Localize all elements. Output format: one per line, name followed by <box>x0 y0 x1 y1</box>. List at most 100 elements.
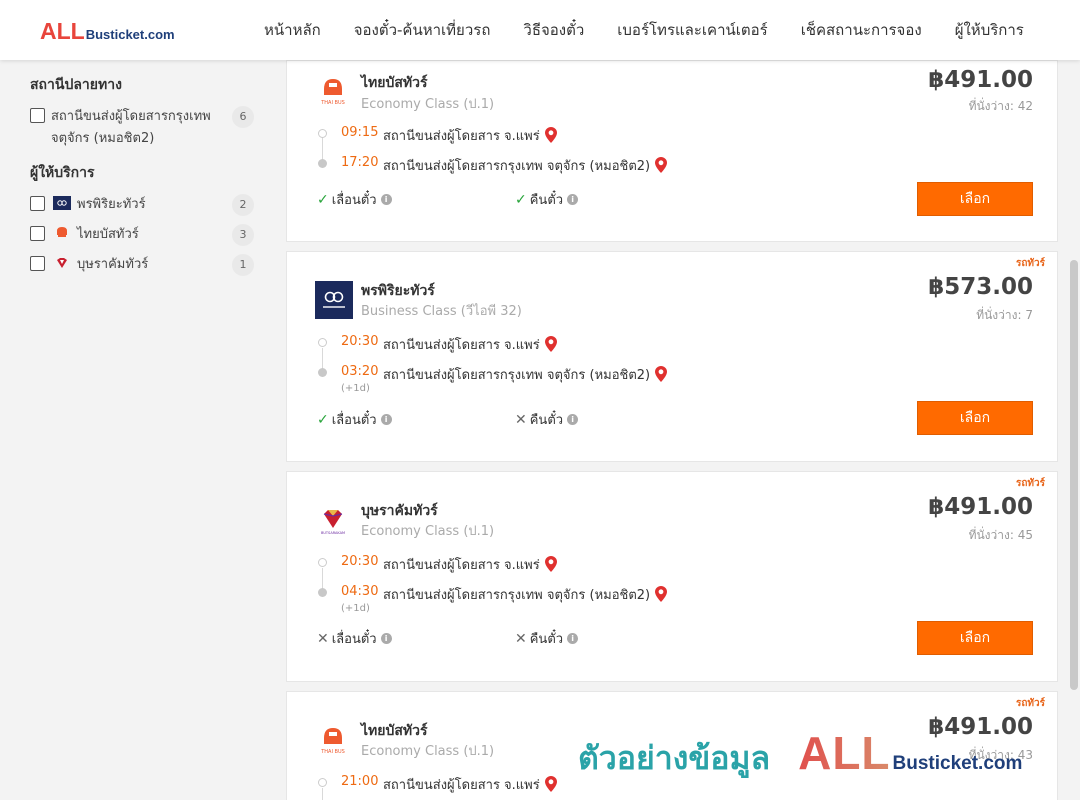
operator-filter-title: ผู้ให้บริการ <box>30 165 95 181</box>
scrollbar-thumb[interactable] <box>1070 260 1078 690</box>
watermark-logo-domain: Busticket.com <box>892 753 1023 774</box>
arrive-dot <box>318 588 327 597</box>
info-icon[interactable]: i <box>567 194 579 205</box>
bus-type-tag: รถทัวร์ <box>1015 258 1045 269</box>
map-pin-icon[interactable] <box>544 336 557 356</box>
info-icon[interactable]: i <box>380 633 392 644</box>
check-icon: ✓ <box>317 411 329 428</box>
cross-icon: ✕ <box>515 630 527 647</box>
operator-label: พรพิริยะทัวร์ <box>77 197 146 212</box>
nav-phone-counter[interactable]: เบอร์โทรและเคาน์เตอร์ <box>617 18 767 42</box>
operator-label: ไทยบัสทัวร์ <box>77 227 139 242</box>
nav-how-to-book[interactable]: วิธีจองตั๋ว <box>523 18 584 42</box>
refund-ticket-label: คืนตั๋ว <box>529 193 564 208</box>
depart-place-text: สถานีขนส่งผู้โดยสาร จ.แพร่ <box>383 558 540 573</box>
select-trip-button[interactable]: เลือก <box>917 621 1033 655</box>
nav-book-search[interactable]: จองตั๋ว-ค้นหาเที่ยวรถ <box>354 18 491 42</box>
operator-name: ไทยบัสทัวร์ <box>361 75 428 91</box>
arrive-place: สถานีขนส่งผู้โดยสารกรุงเทพ จตุจักร (หมอช… <box>383 155 668 177</box>
map-pin-icon[interactable] <box>544 127 557 147</box>
watermark-text: ตัวอย่างข้อมูล <box>578 739 771 777</box>
nav-operators[interactable]: ผู้ให้บริการ <box>955 18 1024 42</box>
seats-available: ที่นั่งว่าง: 45 <box>968 528 1033 542</box>
refund-ticket-policy: ✕ คืนตั๋ว i <box>515 628 579 649</box>
operator-filter-item-pornpiriya[interactable]: พรพิริยะทัวร์ 2 <box>30 194 260 216</box>
operator-checkbox[interactable] <box>30 196 45 211</box>
svg-text:THAI BUS: THAI BUS <box>320 749 345 755</box>
page-scrollbar[interactable] <box>1066 60 1080 800</box>
map-pin-icon[interactable] <box>544 776 557 796</box>
operator-name: พรพิริยะทัวร์ <box>361 283 435 299</box>
info-icon[interactable]: i <box>567 633 579 644</box>
bus-class: Economy Class (ป.1) <box>361 97 495 112</box>
destination-checkbox[interactable] <box>30 108 45 123</box>
timeline-line <box>322 788 323 800</box>
map-pin-icon[interactable] <box>655 366 668 386</box>
logo-all-text: ALL <box>40 18 85 44</box>
cross-icon: ✕ <box>515 411 527 428</box>
depart-dot <box>318 778 327 787</box>
operator-filter-item-butsarakam[interactable]: บุษราคัมทัวร์ 1 <box>30 254 260 276</box>
info-icon[interactable]: i <box>380 194 392 205</box>
operator-name: ไทยบัสทัวร์ <box>361 723 428 739</box>
arrive-place-text: สถานีขนส่งผู้โดยสารกรุงเทพ จตุจักร (หมอช… <box>383 588 651 603</box>
butsarakam-logo-icon: BUTSARAKAM <box>315 502 351 538</box>
watermark-logo-all: ALL <box>798 727 891 779</box>
depart-place: สถานีขนส่งผู้โดยสาร จ.แพร่ <box>383 125 557 147</box>
select-trip-button[interactable]: เลือก <box>917 182 1033 216</box>
change-ticket-policy: ✕ เลื่อนตั๋ว i <box>317 628 392 649</box>
change-ticket-policy: ✓ เลื่อนตั๋ว i <box>317 409 392 430</box>
change-ticket-label: เลื่อนตั๋ว <box>331 413 377 428</box>
operator-label: บุษราคัมทัวร์ <box>77 257 149 272</box>
map-pin-icon[interactable] <box>655 157 668 177</box>
destination-label: สถานีขนส่งผู้โดยสารกรุงเทพ จตุจักร (หมอช… <box>51 109 211 146</box>
map-pin-icon[interactable] <box>655 586 668 606</box>
refund-ticket-policy: ✓ คืนตั๋ว i <box>515 189 579 210</box>
bus-class: Economy Class (ป.1) <box>361 744 495 759</box>
depart-place: สถานีขนส่งผู้โดยสาร จ.แพร่ <box>383 554 557 576</box>
info-icon[interactable]: i <box>380 414 392 425</box>
destination-count-badge: 6 <box>232 106 254 128</box>
arrive-time: 03:20 <box>341 364 379 379</box>
operator-name: บุษราคัมทัวร์ <box>361 503 438 519</box>
depart-place-text: สถานีขนส่งผู้โดยสาร จ.แพร่ <box>383 778 540 793</box>
depart-place: สถานีขนส่งผู้โดยสาร จ.แพร่ <box>383 774 557 796</box>
operator-filter-item-thaibus[interactable]: ไทยบัสทัวร์ 3 <box>30 224 260 246</box>
thaibus-logo-icon: THAI BUS <box>315 722 351 758</box>
operator-count-badge: 2 <box>232 194 254 216</box>
operator-checkbox[interactable] <box>30 256 45 271</box>
filter-sidebar: สถานีปลายทาง สถานีขนส่งผู้โดยสารกรุงเทพ … <box>30 60 260 284</box>
svg-text:THAI BUS: THAI BUS <box>320 100 345 106</box>
map-pin-icon[interactable] <box>544 556 557 576</box>
bus-type-tag: รถทัวร์ <box>1015 698 1045 709</box>
refund-ticket-label: คืนตั๋ว <box>529 413 564 428</box>
next-day-indicator: (+1d) <box>341 383 370 394</box>
operator-checkbox[interactable] <box>30 226 45 241</box>
depart-time: 09:15 <box>341 125 379 140</box>
operator-count-badge: 3 <box>232 224 254 246</box>
depart-place-text: สถานีขนส่งผู้โดยสาร จ.แพร่ <box>383 129 540 144</box>
operator-count-badge: 1 <box>232 254 254 276</box>
trip-price: ฿491.00 <box>928 494 1033 520</box>
nav-check-booking[interactable]: เช็คสถานะการจอง <box>801 18 922 42</box>
nav-home[interactable]: หน้าหลัก <box>264 18 321 42</box>
check-icon: ✓ <box>515 191 527 208</box>
svg-text:BUTSARAKAM: BUTSARAKAM <box>321 531 345 535</box>
info-icon[interactable]: i <box>567 414 579 425</box>
trip-price: ฿573.00 <box>928 274 1033 300</box>
refund-ticket-label: คืนตั๋ว <box>529 632 564 647</box>
arrive-place: สถานีขนส่งผู้โดยสารกรุงเทพ จตุจักร (หมอช… <box>383 584 668 606</box>
change-ticket-label: เลื่อนตั๋ว <box>331 632 377 647</box>
change-ticket-label: เลื่อนตั๋ว <box>331 193 377 208</box>
site-header: ALL Busticket.com หน้าหลัก จองตั๋ว-ค้นหา… <box>0 0 1080 60</box>
destination-filter-item[interactable]: สถานีขนส่งผู้โดยสารกรุงเทพ จตุจักร (หมอช… <box>30 106 260 150</box>
arrive-dot <box>318 159 327 168</box>
bus-class: Economy Class (ป.1) <box>361 524 495 539</box>
bus-class: Business Class (วีไอพี 32) <box>361 304 522 319</box>
site-logo[interactable]: ALL Busticket.com <box>40 18 175 45</box>
next-day-indicator: (+1d) <box>341 603 370 614</box>
arrive-time: 17:20 <box>341 155 379 170</box>
select-trip-button[interactable]: เลือก <box>917 401 1033 435</box>
depart-dot <box>318 129 327 138</box>
check-icon: ✓ <box>317 191 329 208</box>
